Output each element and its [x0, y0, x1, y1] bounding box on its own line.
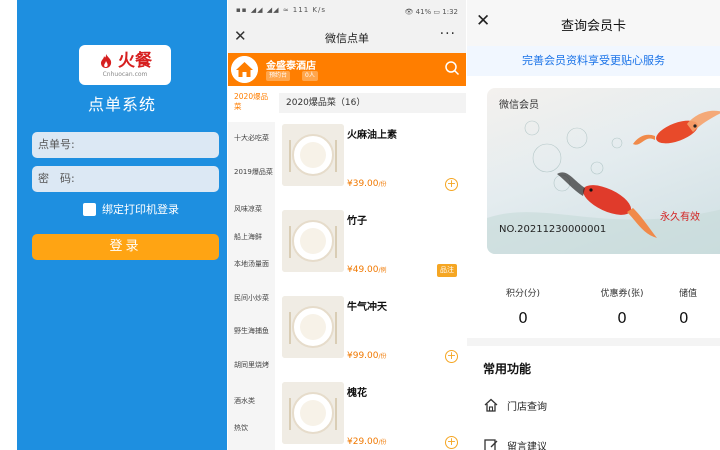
wechat-order-panel: ▪▪ ◢◢ ◢◢ ≈ 111 K/s 👁 41% ▭ 1:32 ✕ 微信点单 ·…: [228, 0, 466, 450]
dish-note-tag[interactable]: 品注: [437, 264, 457, 277]
logo-subtext: Cnhuocan.com: [102, 71, 148, 78]
category-item[interactable]: 野生海捕鱼: [234, 327, 274, 336]
card-label: 微信会员: [499, 100, 539, 111]
coupon-stat[interactable]: 优惠券(张) 0: [582, 286, 662, 327]
koi-top: [633, 110, 720, 145]
order-no-input[interactable]: 点单号:: [32, 132, 219, 158]
category-item[interactable]: 胡同里烧烤: [234, 361, 274, 370]
plate-icon: [282, 210, 344, 272]
login-panel: 火餐 Cnhuocan.com 点单系统 点单号: 密 码: 绑定打印机登录 登…: [17, 0, 227, 450]
category-sidebar: 2020爆品菜 十大必吃菜 2019爆品菜 风味凉菜 船上海鲜 本地汤量面 民间…: [228, 88, 275, 450]
password-input[interactable]: 密 码:: [32, 166, 219, 192]
dish-item[interactable]: 牛气冲天 ¥99.00/份 +: [279, 296, 466, 382]
stat-value: 0: [617, 309, 627, 327]
status-battery-time: 👁 41% ▭ 1:32: [404, 8, 458, 16]
function-feedback[interactable]: 留言建议: [483, 437, 547, 450]
system-title: 点单系统: [87, 95, 156, 114]
page-title: 微信点单: [325, 32, 369, 45]
category-item[interactable]: 热饮: [234, 424, 274, 433]
search-icon[interactable]: [444, 60, 460, 76]
function-label: 门店查询: [507, 401, 547, 413]
status-signal: ▪▪ ◢◢ ◢◢ ≈ 111 K/s: [236, 6, 326, 14]
stat-label: 积分(分): [505, 289, 541, 299]
dish-item[interactable]: 火麻油上素 ¥39.00/份 +: [279, 124, 466, 210]
dish-item[interactable]: 竹子 ¥49.00/例 品注: [279, 210, 466, 296]
edit-icon: [484, 439, 498, 450]
category-item[interactable]: 民间小炒菜: [234, 294, 274, 303]
dish-name: 牛气冲天: [347, 302, 387, 313]
brand-logo: 火餐 Cnhuocan.com: [79, 45, 171, 85]
stat-value: 0: [518, 309, 528, 327]
bind-printer-option[interactable]: 绑定打印机登录: [83, 201, 179, 217]
category-item-active[interactable]: 2020爆品菜: [228, 88, 275, 122]
points-stat[interactable]: 积分(分) 0: [483, 286, 563, 327]
section-title: 常用功能: [483, 362, 532, 376]
store-name: 金盛泰酒店: [266, 61, 316, 72]
logo-text: 火餐: [118, 51, 152, 71]
function-store-lookup[interactable]: 门店查询: [483, 397, 547, 413]
dish-name: 槐花: [347, 388, 367, 399]
bind-printer-checkbox[interactable]: [83, 202, 96, 216]
add-dish-button[interactable]: +: [445, 436, 458, 449]
balance-stat[interactable]: 储值 0: [679, 286, 720, 327]
dish-price: ¥99.00/份: [347, 351, 387, 361]
stat-label: 优惠券(张): [600, 289, 644, 299]
member-card[interactable]: 微信会员 永久有效 NO.20211230000001: [487, 88, 720, 254]
dish-item[interactable]: 槐花 ¥29.00/份 +: [279, 382, 466, 450]
category-item[interactable]: 酒水类: [234, 397, 274, 406]
dish-name: 火麻油上素: [347, 130, 397, 141]
store-home-icon: [231, 56, 258, 83]
login-button[interactable]: 登录: [32, 234, 219, 260]
category-item[interactable]: 2019爆品菜: [234, 168, 274, 177]
people-chip: 0人: [302, 71, 318, 81]
more-icon[interactable]: ···: [440, 26, 456, 42]
order-nav-bar: ✕ 微信点单 ···: [228, 22, 466, 53]
category-item[interactable]: 风味凉菜: [234, 205, 274, 214]
bind-printer-label: 绑定打印机登录: [102, 203, 179, 216]
add-dish-button[interactable]: +: [445, 178, 458, 191]
stat-value: 0: [679, 309, 689, 327]
member-nav-bar: ✕ 查询会员卡: [467, 0, 720, 46]
stat-label: 储值: [679, 289, 698, 299]
reserve-chip: 预约台: [266, 71, 291, 81]
card-validity: 永久有效: [660, 212, 700, 223]
plate-icon: [282, 124, 344, 186]
category-item[interactable]: 船上海鲜: [234, 233, 274, 242]
category-item[interactable]: 本地汤量面: [234, 260, 274, 269]
home-icon: [484, 398, 498, 412]
dish-price: ¥39.00/份: [347, 179, 387, 189]
add-dish-button[interactable]: +: [445, 350, 458, 363]
category-header: 2020爆品菜（16）: [279, 93, 466, 113]
store-header: 金盛泰酒店 预约台 0人: [228, 53, 466, 86]
flame-icon: [101, 54, 112, 68]
function-label: 留言建议: [507, 441, 547, 450]
member-stats: 积分(分) 0 优惠券(张) 0 储值 0: [467, 262, 720, 338]
dish-price: ¥29.00/份: [347, 437, 387, 447]
dish-name: 竹子: [347, 216, 367, 227]
dish-price: ¥49.00/例: [347, 265, 387, 275]
page-title: 查询会员卡: [560, 19, 626, 34]
status-bar: ▪▪ ◢◢ ◢◢ ≈ 111 K/s 👁 41% ▭ 1:32: [228, 0, 466, 22]
plate-icon: [282, 382, 344, 444]
category-item[interactable]: 十大必吃菜: [234, 134, 274, 143]
member-card-panel: ✕ 查询会员卡 完善会员资料享受更贴心服务 微信会员 永久有效 NO.20211…: [467, 0, 720, 450]
section-divider: [467, 338, 720, 346]
plate-icon: [282, 296, 344, 358]
card-number: NO.20211230000001: [499, 224, 607, 235]
profile-banner[interactable]: 完善会员资料享受更贴心服务: [467, 46, 720, 76]
